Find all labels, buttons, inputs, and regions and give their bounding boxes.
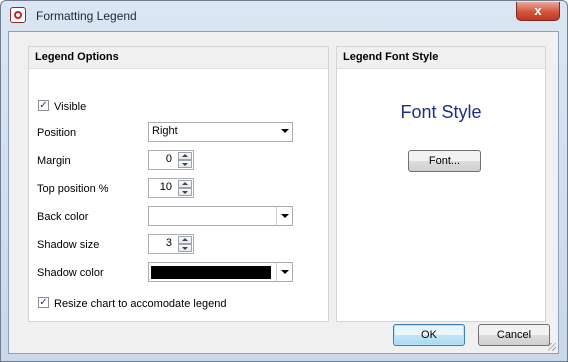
top-position-label: Top position % xyxy=(37,183,109,195)
margin-value: 0 xyxy=(165,153,172,165)
shadow-color-swatch xyxy=(151,266,271,279)
top-position-value: 10 xyxy=(159,181,172,193)
resize-chart-checkbox[interactable]: ✓ xyxy=(38,297,49,308)
top-position-stepper[interactable]: 10 xyxy=(148,178,194,198)
margin-stepper[interactable]: 0 xyxy=(148,150,194,170)
position-value: Right xyxy=(152,125,178,137)
app-icon xyxy=(10,7,26,23)
resize-grip-icon[interactable] xyxy=(546,341,556,351)
resize-chart-label: Resize chart to accomodate legend xyxy=(54,298,227,310)
close-button[interactable]: x xyxy=(516,2,560,21)
back-color-label: Back color xyxy=(37,211,89,223)
ok-button[interactable]: OK xyxy=(393,324,465,346)
dialog-body: Legend Options ✓ Visible Position Right … xyxy=(8,31,559,354)
font-button[interactable]: Font... xyxy=(408,150,481,172)
margin-label: Margin xyxy=(37,155,71,167)
position-select[interactable]: Right xyxy=(148,122,293,142)
window-title: Formatting Legend xyxy=(36,9,137,23)
legend-font-style-group: Legend Font Style Font Style Font... xyxy=(336,46,546,322)
cancel-button[interactable]: Cancel xyxy=(478,324,550,346)
legend-options-group: Legend Options ✓ Visible Position Right … xyxy=(28,46,329,322)
visible-label: Visible xyxy=(54,101,87,113)
chevron-down-icon[interactable] xyxy=(281,214,289,218)
spin-down-icon[interactable] xyxy=(178,188,192,196)
chevron-down-icon[interactable] xyxy=(281,270,289,274)
spin-up-icon[interactable] xyxy=(178,152,192,160)
spin-down-icon[interactable] xyxy=(178,244,192,252)
title-bar[interactable]: Formatting Legend x xyxy=(1,1,567,31)
back-color-picker[interactable] xyxy=(148,206,293,226)
spin-up-icon[interactable] xyxy=(178,236,192,244)
spin-down-icon[interactable] xyxy=(178,160,192,168)
spin-up-icon[interactable] xyxy=(178,180,192,188)
font-style-preview: Font Style xyxy=(400,102,482,122)
legend-font-style-header: Legend Font Style xyxy=(337,47,545,69)
chevron-down-icon xyxy=(281,129,289,133)
shadow-size-value: 3 xyxy=(165,237,172,249)
shadow-size-stepper[interactable]: 3 xyxy=(148,234,194,254)
position-label: Position xyxy=(37,127,77,139)
legend-options-header: Legend Options xyxy=(29,47,328,69)
shadow-color-picker[interactable] xyxy=(148,262,293,282)
shadow-size-label: Shadow size xyxy=(37,239,100,251)
shadow-color-label: Shadow color xyxy=(37,267,104,279)
formatting-legend-dialog: Formatting Legend x Legend Options ✓ Vis… xyxy=(0,0,568,362)
visible-checkbox[interactable]: ✓ xyxy=(38,100,49,111)
